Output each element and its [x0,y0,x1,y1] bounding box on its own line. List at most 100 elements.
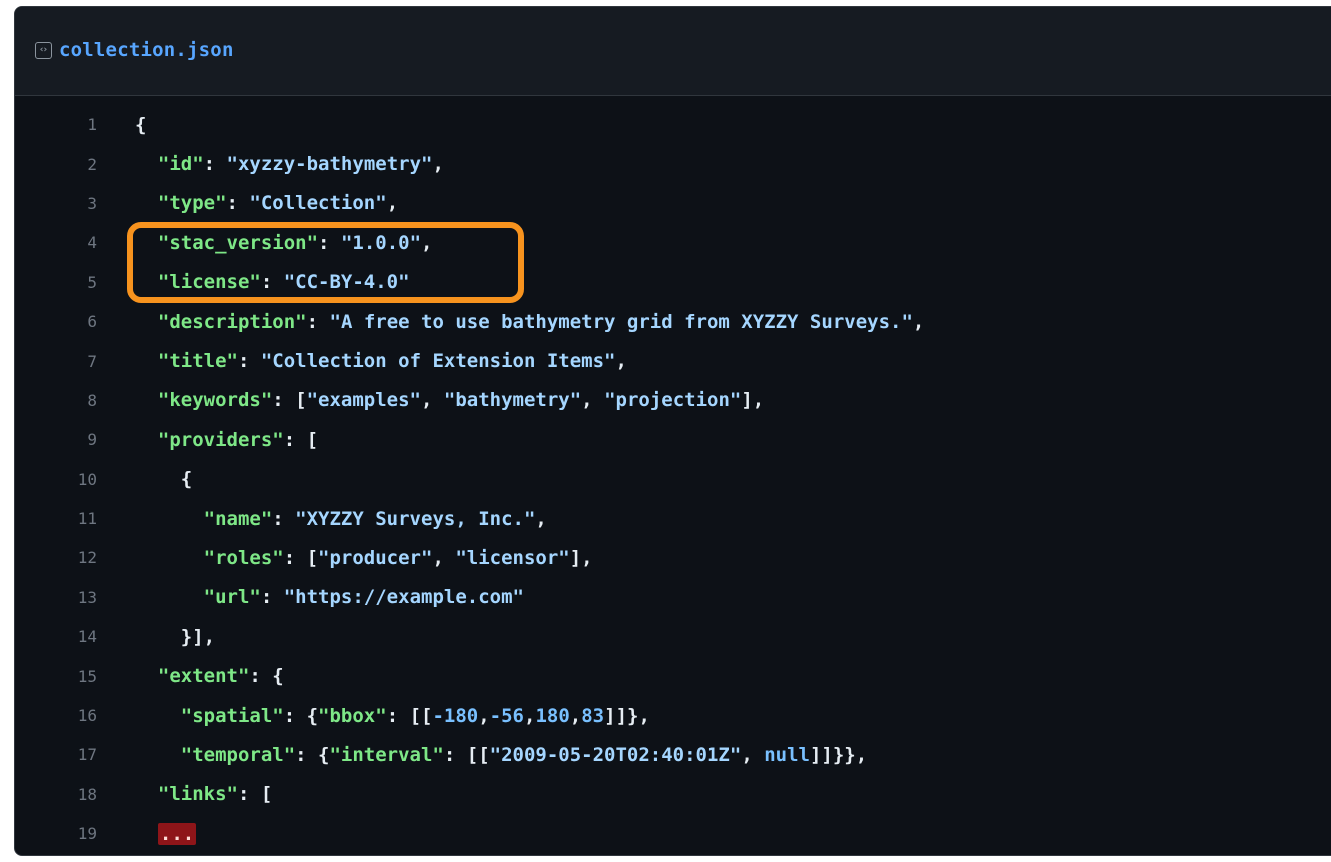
punctuation [135,783,158,805]
punctuation: , [581,389,605,412]
json-string: "2009-05-20T02:40:01Z" [489,743,742,766]
json-number: 83 [581,704,605,727]
punctuation: : [272,507,296,530]
code-text: { [135,114,146,136]
code-line: 19 ... [15,814,1331,853]
punctuation [135,232,158,254]
code-text: "roles": ["producer", "licensor"], [135,547,593,569]
code-line: 10 { [15,460,1331,499]
json-string: "A free to use bathymetry grid from XYZZ… [329,310,913,333]
line-number[interactable]: 6 [15,312,97,331]
punctuation [135,429,158,451]
punctuation: ]]}}, [809,743,868,766]
code-text: "license": "CC-BY-4.0" [135,271,410,293]
line-number[interactable]: 11 [15,509,97,528]
punctuation: , [535,507,547,530]
json-key: "description" [157,310,307,333]
file-name-link[interactable]: collection.json [59,39,234,61]
punctuation: : [ [283,546,319,569]
code-text: { [135,468,192,490]
json-number: -180 [432,704,479,727]
punctuation: : [ [237,783,273,806]
line-number[interactable]: 5 [15,273,97,292]
json-string: "Collection of Extension Items" [260,350,616,373]
code-text: "spatial": {"bbox": [[-180,-56,180,83]]}… [135,705,650,727]
line-number[interactable]: 8 [15,391,97,410]
code-line: 18 "links": [ [15,775,1331,814]
code-line: 12 "roles": ["producer", "licensor"], [15,538,1331,577]
code-line: 11 "name": "XYZZY Surveys, Inc.", [15,499,1331,538]
punctuation [135,153,158,175]
code-line: 5 "license": "CC-BY-4.0" [15,263,1331,302]
line-number[interactable]: 1 [15,115,97,134]
code-line: 3 "type": "Collection", [15,184,1331,223]
punctuation: : [260,271,284,294]
code-text: "title": "Collection of Extension Items"… [135,350,627,372]
punctuation: : [237,350,261,373]
code-text: "providers": [ [135,429,318,451]
json-string: "bathymetry" [443,389,582,412]
line-number[interactable]: 4 [15,233,97,252]
code-line: 7 "title": "Collection of Extension Item… [15,341,1331,380]
punctuation [135,271,158,293]
json-key: "license" [157,271,261,294]
json-number: null [764,743,810,766]
code-text: ... [135,822,197,845]
code-text: "stac_version": "1.0.0", [135,231,433,254]
punctuation: : [203,153,227,176]
code-text: "description": "A free to use bathymetry… [135,311,924,333]
line-number[interactable]: 7 [15,352,97,371]
punctuation [135,823,158,845]
code-text: "type": "Collection", [135,192,398,214]
json-key: "spatial" [180,704,284,727]
code-file-icon: ‹› [35,42,52,59]
json-key: "url" [203,586,261,609]
punctuation: : { [295,743,330,766]
code-line: 6 "description": "A free to use bathymet… [15,302,1331,341]
json-string: "CC-BY-4.0" [283,271,410,294]
code-text: "url": "https://example.com" [135,586,524,608]
punctuation: { [135,113,147,136]
code-line: 4 "stac_version": "1.0.0", [15,223,1331,262]
punctuation [135,350,158,372]
line-number[interactable]: 3 [15,194,97,213]
code-text: "name": "XYZZY Surveys, Inc.", [135,508,547,530]
code-line: 2 "id": "xyzzy-bathymetry", [15,144,1331,183]
punctuation: : [[ [443,743,490,766]
code-text: }], [135,626,215,648]
line-number[interactable]: 2 [15,155,97,174]
punctuation: , [432,153,444,176]
json-string: "xyzzy-bathymetry" [226,153,433,176]
punctuation [135,547,204,569]
code-viewer: ‹› collection.json 1 {2 "id": "xyzzy-bath… [14,6,1331,856]
json-number: -56 [489,704,524,727]
line-number[interactable]: 15 [15,667,97,686]
punctuation: : [226,192,250,215]
code-line: 14 }], [15,617,1331,656]
line-number[interactable]: 13 [15,588,97,607]
json-key: "bbox" [318,704,387,727]
line-number[interactable]: 9 [15,430,97,449]
line-number[interactable]: 17 [15,745,97,764]
error-marker: ... [157,822,197,845]
line-number[interactable]: 14 [15,627,97,646]
punctuation: , [478,704,490,727]
punctuation: : [260,586,284,609]
line-number[interactable]: 18 [15,785,97,804]
code-line: 16 "spatial": {"bbox": [[-180,-56,180,83… [15,696,1331,735]
line-number[interactable]: 16 [15,706,97,725]
line-number[interactable]: 19 [15,824,97,843]
json-string: "licensor" [455,546,570,569]
line-number[interactable]: 12 [15,548,97,567]
code-line: 9 "providers": [ [15,420,1331,459]
json-string: "projection" [604,389,742,412]
json-key: "interval" [329,743,444,766]
punctuation [135,665,158,687]
json-number: 180 [535,704,570,727]
json-string: "Collection" [249,192,387,215]
punctuation [135,744,181,766]
code-text: "temporal": {"interval": [["2009-05-20T0… [135,744,867,766]
json-key: "stac_version" [157,231,319,254]
json-string: "https://example.com" [283,586,524,609]
line-number[interactable]: 10 [15,470,97,489]
